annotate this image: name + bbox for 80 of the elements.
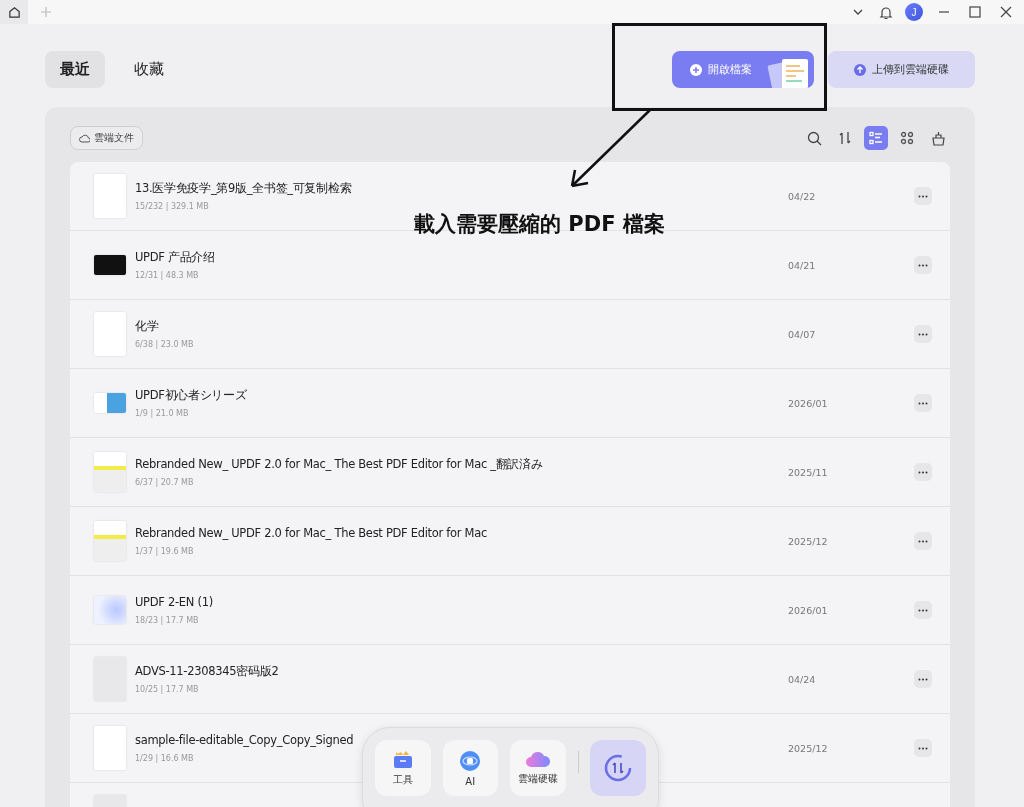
home-icon xyxy=(7,5,21,19)
file-date: 2025/12 xyxy=(788,742,829,754)
file-thumbnail xyxy=(94,596,126,624)
documents-icon xyxy=(766,57,810,88)
file-meta: 1/9 | 21.0 MB xyxy=(135,408,189,418)
sync-progress-icon xyxy=(603,753,634,783)
ellipsis-icon xyxy=(918,608,928,612)
plus-icon xyxy=(40,6,52,18)
file-name: UPDF 产品介绍 xyxy=(135,250,215,266)
ai-orb-icon xyxy=(459,749,482,772)
ellipsis-icon xyxy=(918,677,928,681)
dock-button[interactable]: AI xyxy=(442,740,498,796)
file-meta: 1/29 | 16.6 MB xyxy=(135,753,194,763)
file-thumbnail xyxy=(94,255,126,275)
dock-button[interactable]: 工具 xyxy=(375,740,431,796)
file-name: UPDF 2-EN (1) xyxy=(135,595,213,611)
list-view-icon xyxy=(869,131,883,145)
more-button[interactable] xyxy=(914,739,932,757)
ellipsis-icon xyxy=(918,539,928,543)
file-meta: 18/23 | 17.7 MB xyxy=(135,615,199,625)
ellipsis-icon xyxy=(918,746,928,750)
maximize-icon xyxy=(969,6,981,18)
file-name: 13.医学免疫学_第9版_全书签_可复制检索 xyxy=(135,181,352,197)
more-button[interactable] xyxy=(914,187,932,205)
file-meta: 6/38 | 23.0 MB xyxy=(135,339,194,349)
ellipsis-icon xyxy=(918,263,928,267)
file-date: 04/07 xyxy=(788,328,817,340)
file-date: 2025/12 xyxy=(788,535,829,547)
tab[interactable]: 最近 xyxy=(45,51,105,88)
file-date: 04/22 xyxy=(788,190,817,202)
basket-icon xyxy=(930,130,946,146)
file-meta: 10/25 | 17.7 MB xyxy=(135,684,199,694)
file-name: Rebranded New_ UPDF 2.0 for Mac_ The Best PDF Editor for Mac xyxy=(135,526,487,542)
file-meta: 6/37 | 20.7 MB xyxy=(135,477,194,487)
file-name: sample-file-editable_Copy_Copy_Signed xyxy=(135,733,354,749)
file-name: ADVS-11-2308345密码版2 xyxy=(135,664,279,680)
file-name: Rebranded New_ UPDF 2.0 for Mac_ The Best PDF Editor for Mac _翻訳済み xyxy=(135,457,543,473)
more-button[interactable] xyxy=(914,394,932,412)
open-file-button[interactable]: 開啟檔案 xyxy=(672,51,814,88)
file-name: 化学 xyxy=(135,319,159,335)
more-button[interactable] xyxy=(914,601,932,619)
search-icon xyxy=(806,130,822,146)
file-meta: 15/232 | 329.1 MB xyxy=(135,201,209,211)
file-date: 2025/11 xyxy=(788,466,829,478)
sync-button[interactable] xyxy=(590,740,646,796)
more-button[interactable] xyxy=(914,463,932,481)
cloud-icon xyxy=(524,750,551,768)
view-mode-button[interactable] xyxy=(864,126,888,150)
upload-icon xyxy=(854,63,866,76)
cloud-icon xyxy=(79,133,90,143)
more-button[interactable] xyxy=(914,532,932,550)
more-button[interactable] xyxy=(914,670,932,688)
file-date: 2026/01 xyxy=(788,604,829,616)
file-thumbnail xyxy=(94,393,126,413)
file-date: 04/24 xyxy=(788,673,817,685)
file-date: 2026/01 xyxy=(788,397,829,409)
plus-circle-icon xyxy=(690,63,702,76)
tab[interactable]: 收藏 xyxy=(119,51,179,88)
ellipsis-icon xyxy=(918,470,928,474)
toolbox-icon xyxy=(391,749,414,769)
more-button[interactable] xyxy=(914,256,932,274)
bell-icon xyxy=(879,4,893,20)
file-meta: 12/31 | 48.3 MB xyxy=(135,270,199,280)
file-date: 04/21 xyxy=(788,259,817,271)
sort-icon xyxy=(838,131,852,145)
upload-button[interactable]: 上傳到雲端硬碟 xyxy=(828,51,975,88)
ellipsis-icon xyxy=(918,332,928,336)
dock-button[interactable]: 雲端硬碟 xyxy=(510,740,566,796)
file-thumbnail xyxy=(94,452,126,492)
cloud-docs-chip[interactable]: 雲端文件 xyxy=(70,126,143,150)
more-button[interactable] xyxy=(914,325,932,343)
ellipsis-icon xyxy=(918,194,928,198)
home-tab[interactable] xyxy=(0,0,28,24)
file-thumbnail xyxy=(94,521,126,561)
annotation-caption: 載入需要壓縮的 PDF 檔案 xyxy=(414,211,665,238)
grid-view-icon xyxy=(900,131,914,145)
ellipsis-icon xyxy=(918,401,928,405)
file-meta: 1/37 | 19.6 MB xyxy=(135,546,194,556)
close-icon xyxy=(1000,6,1012,18)
file-name: UPDF初心者シリーズ xyxy=(135,388,247,404)
